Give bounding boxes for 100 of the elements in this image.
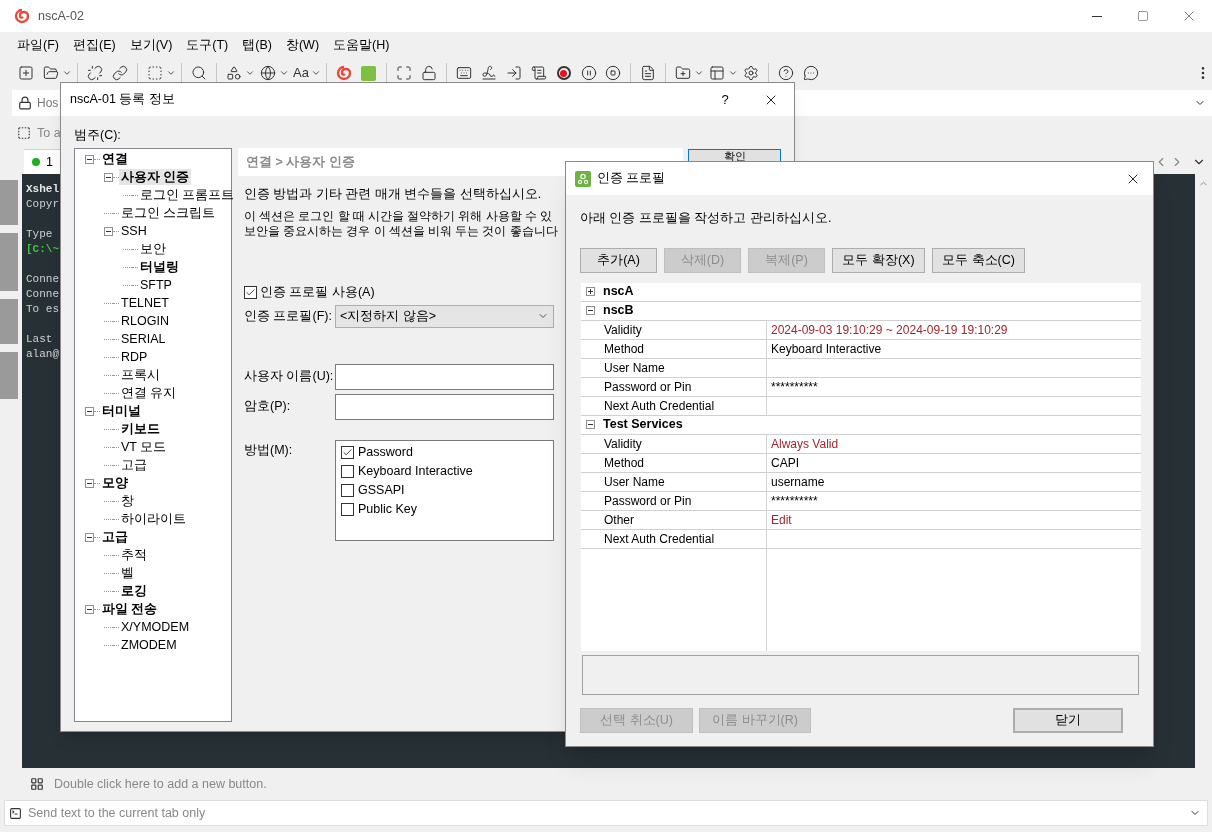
property-value[interactable]: Keyboard Interactive xyxy=(767,339,882,358)
tree-item[interactable]: 사용자 인증 xyxy=(119,169,192,185)
tree-item[interactable]: ZMODEM xyxy=(119,637,179,653)
dialog-title: nscA-01 등록 정보 xyxy=(70,91,176,109)
collapse-icon[interactable] xyxy=(104,226,113,236)
tree-item[interactable]: 창 xyxy=(119,493,136,509)
field-label: 인증 프로필(F): xyxy=(244,307,333,325)
tree-item[interactable]: 보안 xyxy=(138,241,168,257)
collapse-icon[interactable] xyxy=(85,154,94,164)
method-option: Password xyxy=(358,443,413,462)
property-name: Next Auth Credential xyxy=(581,529,767,548)
collapse-icon[interactable] xyxy=(85,406,94,416)
username-field[interactable] xyxy=(335,363,554,390)
dialog-button[interactable]: 모두 축소(C) xyxy=(932,247,1025,273)
tree-item[interactable]: TELNET xyxy=(119,295,171,311)
tree-item[interactable]: 파일 전송 xyxy=(100,601,160,617)
tree-item[interactable]: 키보드 xyxy=(119,421,162,437)
checkbox[interactable] xyxy=(341,484,354,497)
checkbox[interactable] xyxy=(341,503,354,516)
collapse-icon[interactable] xyxy=(85,604,94,614)
dialog-button[interactable]: 닫기 xyxy=(1013,707,1123,733)
tree-item[interactable]: 프록시 xyxy=(119,367,162,383)
checkbox[interactable] xyxy=(244,285,257,299)
property-name: Other xyxy=(581,510,767,529)
collapse-icon[interactable] xyxy=(85,478,94,488)
menu-item[interactable]: 탭(B) xyxy=(235,35,279,55)
profile-name[interactable]: nscB xyxy=(603,301,634,321)
tree-item[interactable]: 로깅 xyxy=(119,583,149,599)
font-button[interactable]: Aa xyxy=(290,63,312,83)
menu-item[interactable]: 창(W) xyxy=(278,35,327,55)
tree-item[interactable]: 벨 xyxy=(119,565,136,581)
expand-icon[interactable] xyxy=(586,287,595,297)
terminal-line: [C:\~ xyxy=(26,242,59,257)
checkbox[interactable] xyxy=(341,465,354,478)
tree-item[interactable]: SERIAL xyxy=(119,331,168,347)
send-text-field[interactable]: Send text to the current tab only xyxy=(4,800,1208,826)
tree-item[interactable]: 연결 xyxy=(100,151,130,167)
terminal-line: Copyr xyxy=(26,197,59,212)
password-field[interactable] xyxy=(335,393,554,420)
tree-item[interactable]: 하이라이트 xyxy=(119,511,188,527)
tree-item[interactable]: RDP xyxy=(119,349,150,365)
field-label: 암호(P): xyxy=(244,398,292,416)
profile-name[interactable]: nscA xyxy=(603,282,634,302)
collapse-icon[interactable] xyxy=(586,306,595,316)
menu-item[interactable]: 편집(E) xyxy=(65,35,123,55)
tree-item[interactable]: 로그인 스크립트 xyxy=(119,205,218,221)
caret-icon xyxy=(245,68,255,78)
field-label: 사용자 이름(U): xyxy=(244,368,335,386)
note-line: 이 섹션은 로그인 할 때 시간을 절약하기 위해 사용할 수 있 xyxy=(244,209,552,224)
menu-item[interactable]: 보기(V) xyxy=(122,35,180,55)
tree-item[interactable]: VT 모드 xyxy=(119,439,169,455)
profile-name[interactable]: Test Services xyxy=(603,415,683,435)
collapse-icon[interactable] xyxy=(586,420,595,430)
category-label: 범주(C): xyxy=(74,127,122,144)
menu-item[interactable]: 도움말(H) xyxy=(326,35,397,55)
help-button[interactable]: ? xyxy=(702,84,748,115)
collapse-icon[interactable] xyxy=(85,532,94,542)
tree-item[interactable]: 고급 xyxy=(119,457,149,473)
terminal-line: Conne xyxy=(26,272,59,287)
menu-item[interactable]: 도구(T) xyxy=(179,35,236,55)
property-value[interactable]: Edit xyxy=(767,510,792,529)
tree-item[interactable]: 모양 xyxy=(100,475,130,491)
terminal-line: alan@ xyxy=(26,347,59,362)
breadcrumb: 연결 > 사용자 인증 xyxy=(246,153,355,171)
tree-item[interactable]: 로그인 프롬프트 xyxy=(138,187,237,203)
profile-icon xyxy=(575,170,591,187)
method-option: GSSAPI xyxy=(358,481,405,500)
tree-item[interactable]: 연결 유지 xyxy=(119,385,179,401)
tree-item[interactable]: RLOGIN xyxy=(119,313,171,329)
checkbox[interactable] xyxy=(341,446,354,459)
property-value[interactable]: ********** xyxy=(767,491,818,510)
terminal-line: To es xyxy=(26,302,59,317)
property-value[interactable]: 2024-09-03 19:10:29 ~ 2024-09-19 19:10:29 xyxy=(767,320,1008,339)
caret-icon xyxy=(62,68,72,78)
property-value[interactable]: Always Valid xyxy=(767,434,839,453)
menu-item[interactable]: 파일(F) xyxy=(10,35,66,55)
property-value[interactable]: CAPI xyxy=(767,453,799,472)
method-option: Public Key xyxy=(358,500,418,519)
tree-item[interactable]: 고급 xyxy=(100,529,130,545)
property-name: Validity xyxy=(581,320,767,339)
tree-item[interactable]: 터널링 xyxy=(138,259,181,275)
terminal-line: Conne xyxy=(26,287,59,302)
description: 인증 방법과 기타 관련 매개 변수들을 선택하십시오. xyxy=(244,186,543,203)
method-option: Keyboard Interactive xyxy=(358,462,473,481)
property-value[interactable]: username xyxy=(767,472,825,491)
property-value[interactable]: ********** xyxy=(767,377,818,396)
dialog-button[interactable]: 모두 확장(X) xyxy=(832,247,925,273)
profile-dropdown[interactable]: <지정하지 않음> xyxy=(335,304,554,328)
caret-icon xyxy=(727,68,738,78)
terminal-icon xyxy=(9,806,22,820)
collapse-icon[interactable] xyxy=(104,172,113,182)
property-name: Password or Pin xyxy=(581,377,767,396)
tree-item[interactable]: SSH xyxy=(119,223,149,239)
tree-item[interactable]: X/YMODEM xyxy=(119,619,192,635)
tree-item[interactable]: SFTP xyxy=(138,277,174,293)
property-name: Password or Pin xyxy=(581,491,767,510)
dialog-button[interactable]: 추가(A) xyxy=(580,247,657,273)
tree-item[interactable]: 터미널 xyxy=(100,403,143,419)
terminal-line: Last xyxy=(26,332,53,347)
tree-item[interactable]: 추적 xyxy=(119,547,149,563)
